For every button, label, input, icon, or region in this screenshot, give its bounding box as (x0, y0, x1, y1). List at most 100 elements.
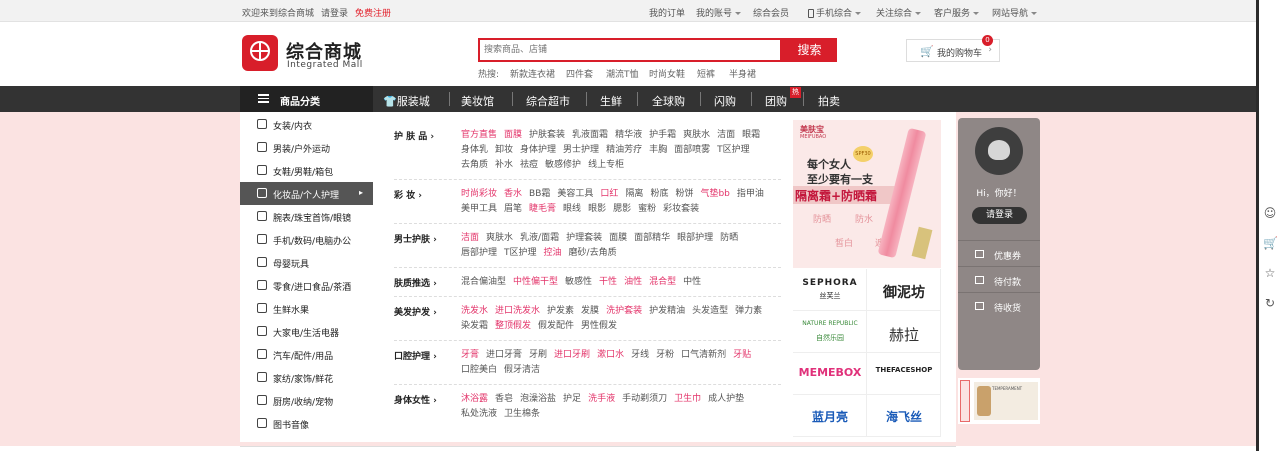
flyout-link[interactable]: 牙刷 (529, 348, 547, 363)
search-button[interactable]: 搜索 (782, 38, 837, 62)
star-icon[interactable]: ☆ (1263, 266, 1277, 280)
nav-item-group[interactable]: 团购 (765, 93, 787, 109)
promo-thumbnail[interactable]: TEMPERAMENT (958, 378, 1040, 424)
flyout-link[interactable]: 手动剃须刀 (622, 392, 667, 407)
flyout-link[interactable]: 油性 (624, 275, 642, 290)
flyout-link[interactable]: 口气清新剂 (681, 348, 726, 363)
flyout-link[interactable]: 美甲工具 (461, 202, 497, 217)
flyout-link[interactable]: 眉笔 (504, 202, 522, 217)
sidebar-item[interactable]: 图书音像 (240, 412, 373, 435)
flyout-link[interactable]: 面部喷雾 (674, 143, 710, 158)
hot-word[interactable]: 短裤 (697, 67, 715, 80)
register-link[interactable]: 免费注册 (355, 6, 391, 19)
nav-item-beauty[interactable]: 美妆馆 (461, 93, 494, 109)
flyout-link[interactable]: T区护理 (504, 246, 537, 261)
sidebar-item[interactable]: 大家电/生活电器 (240, 320, 373, 343)
flyout-link[interactable]: T区护理 (717, 143, 750, 158)
flyout-link[interactable]: 护发精油 (649, 304, 685, 319)
hot-word[interactable]: 潮流T恤 (606, 67, 639, 80)
flyout-link[interactable]: 弹力素 (735, 304, 762, 319)
brand-logo[interactable]: MEMEBOX (793, 353, 867, 395)
sidebar-item[interactable]: 腕表/珠宝首饰/眼镜 (240, 205, 373, 228)
flyout-link[interactable]: 护肤套装 (529, 128, 565, 143)
flyout-link[interactable]: 精华液 (615, 128, 642, 143)
logo-icon[interactable] (242, 35, 278, 71)
flyout-link[interactable]: 丰胸 (649, 143, 667, 158)
sidebar-item[interactable]: 零食/进口食品/茶酒 (240, 274, 373, 297)
flyout-link[interactable]: 干性 (599, 275, 617, 290)
sidebar-item[interactable]: 男装/户外运动 (240, 136, 373, 159)
flyout-link[interactable]: 去角质 (461, 158, 488, 173)
flyout-link[interactable]: 牙膏 (461, 348, 479, 363)
sidebar-item[interactable]: 汽车/配件/用品 (240, 343, 373, 366)
flyout-link[interactable]: 彩妆套装 (663, 202, 699, 217)
flyout-link[interactable]: 护足 (563, 392, 581, 407)
flyout-link[interactable]: 护发素 (547, 304, 574, 319)
flyout-link[interactable]: 眼霜 (742, 128, 760, 143)
nav-item-auction[interactable]: 拍卖 (818, 93, 840, 109)
mobile-link[interactable]: 手机综合 (808, 6, 862, 19)
flyout-row-label[interactable]: 口腔护理 › (394, 349, 437, 362)
flyout-link[interactable]: 混合型 (649, 275, 676, 290)
flyout-row-label[interactable]: 身体女性 › (394, 393, 437, 406)
flyout-link[interactable]: 睫毛膏 (529, 202, 556, 217)
brand-logo[interactable]: 赫拉 (867, 311, 941, 353)
flyout-link[interactable]: 中性 (683, 275, 701, 290)
brand-logo[interactable]: 御泥坊 (867, 269, 941, 311)
flyout-link[interactable]: 美容工具 (557, 187, 593, 202)
flyout-link[interactable]: 腮影 (613, 202, 631, 217)
flyout-link[interactable]: 香水 (504, 187, 522, 202)
search-input[interactable] (480, 40, 780, 60)
flyout-link[interactable]: 漱口水 (597, 348, 624, 363)
brand-logo[interactable]: NATURE REPUBLIC 自然乐园 (793, 311, 867, 353)
sidebar-item[interactable]: 家纺/家饰/鲜花 (240, 366, 373, 389)
sidebar-item[interactable]: 生鲜水果 (240, 297, 373, 320)
flyout-link[interactable]: 卫生巾 (674, 392, 701, 407)
flyout-link[interactable]: 面膜 (504, 128, 522, 143)
flyout-link[interactable]: 进口牙刷 (554, 348, 590, 363)
flyout-link[interactable]: 爽肤水 (486, 231, 513, 246)
flyout-link[interactable]: 进口洗发水 (495, 304, 540, 319)
flyout-link[interactable]: 爽肤水 (683, 128, 710, 143)
flyout-link[interactable]: 磨砂/去角质 (569, 246, 617, 261)
sitemap-link[interactable]: 网站导航 (992, 6, 1038, 19)
category-menu-button[interactable]: 商品分类 (240, 86, 373, 112)
flyout-link[interactable]: 线上专柜 (588, 158, 624, 173)
flyout-link[interactable]: 眼线 (563, 202, 581, 217)
brand-logo[interactable]: 蓝月亮 (793, 395, 867, 437)
flyout-link[interactable]: 官方直售 (461, 128, 497, 143)
sidebar-item[interactable]: 化妆品/个人护理 ▸ (240, 182, 373, 205)
flyout-link[interactable]: 进口牙膏 (486, 348, 522, 363)
flyout-link[interactable]: BB霜 (529, 187, 550, 202)
flyout-link[interactable]: 身体乳 (461, 143, 488, 158)
nav-item-fresh[interactable]: 生鲜 (600, 93, 622, 109)
flyout-link[interactable]: 眼部护理 (677, 231, 713, 246)
nav-item-global[interactable]: 全球购 (652, 93, 685, 109)
flyout-link[interactable]: 男士护理 (563, 143, 599, 158)
flyout-link[interactable]: 口腔美白 (461, 363, 497, 378)
flyout-link[interactable]: 假牙清洁 (504, 363, 540, 378)
flyout-link[interactable]: 身体护理 (520, 143, 556, 158)
flyout-row-label[interactable]: 男士护肤 › (394, 232, 437, 245)
flyout-link[interactable]: 补水 (495, 158, 513, 173)
flyout-link[interactable]: 面部精华 (634, 231, 670, 246)
sidebar-item[interactable]: 女装/内衣 (240, 113, 373, 136)
sidebar-item[interactable]: 手机/数码/电脑办公 (240, 228, 373, 251)
login-link[interactable]: 请登录 (321, 6, 348, 19)
flyout-link[interactable]: 乳液/面霜 (520, 231, 559, 246)
flyout-link[interactable]: 发膜 (581, 304, 599, 319)
login-button[interactable]: 请登录 (972, 207, 1027, 224)
flyout-link[interactable]: 洁面 (717, 128, 735, 143)
brand-logo[interactable]: SEPHORA 丝芙兰 (793, 269, 867, 311)
member-link[interactable]: 综合会员 (753, 6, 789, 19)
flyout-link[interactable]: 私处洗液 (461, 407, 497, 422)
flyout-link[interactable]: 洗护套装 (606, 304, 642, 319)
hot-word[interactable]: 四件套 (566, 67, 593, 80)
flyout-link[interactable]: 唇部护理 (461, 246, 497, 261)
flyout-link[interactable]: 防晒 (720, 231, 738, 246)
flyout-link[interactable]: 护手霜 (649, 128, 676, 143)
coupon-link[interactable]: 优惠券 (958, 240, 1040, 266)
hot-word[interactable]: 半身裙 (729, 67, 756, 80)
nav-item-clothing[interactable]: 👕服装城 (383, 93, 430, 109)
flyout-link[interactable]: 控油 (544, 246, 562, 261)
